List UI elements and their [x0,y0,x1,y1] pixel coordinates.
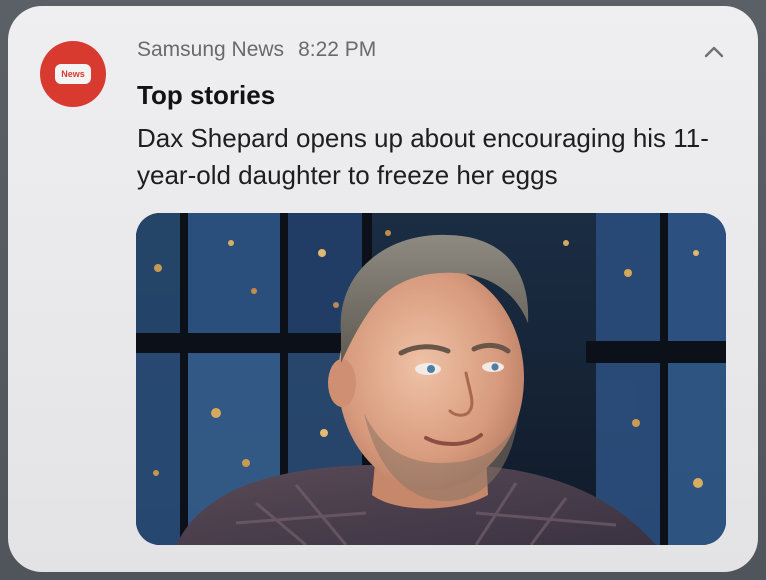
news-photo[interactable] [136,213,726,545]
news-badge-label: News [55,64,91,84]
notification-title: Top stories [137,80,276,110]
app-name: Samsung News [137,38,285,61]
notification-card[interactable]: News Samsung News 8:22 PM Top stories Dax… [8,6,758,572]
notification-meta: Samsung News 8:22 PM [137,38,376,62]
chevron-up-icon[interactable] [698,40,730,64]
samsung-news-icon: News [40,41,106,107]
notification-message: Dax Shepard opens up about encouraging h… [137,123,709,190]
timestamp: 8:22 PM [298,38,377,61]
